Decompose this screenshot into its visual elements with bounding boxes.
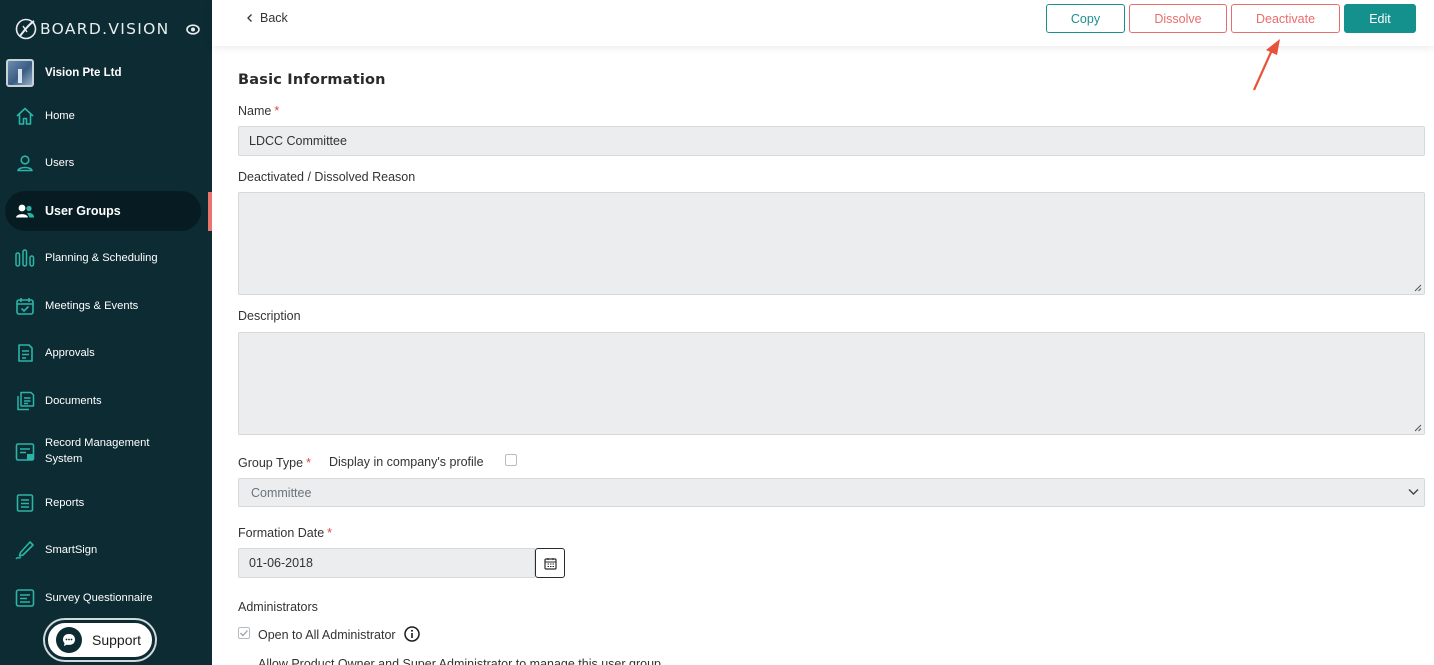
formation-date-input[interactable]: 01-06-2018 — [238, 548, 535, 578]
name-label: Name * — [238, 104, 279, 118]
back-link[interactable]: Back — [246, 11, 288, 25]
group-type-label-text: Group Type — [238, 456, 304, 470]
name-input[interactable]: LDCC Committee — [238, 126, 1425, 156]
sidebar-item-label-line1: Record Management — [45, 437, 150, 449]
name-label-text: Name — [238, 104, 272, 118]
main-content: Basic Information Name * LDCC Committee D… — [238, 46, 1425, 665]
survey-icon — [15, 589, 35, 607]
pen-sign-icon — [15, 541, 34, 560]
sidebar-item-label: Users — [45, 157, 75, 169]
sidebar-item-record-management[interactable]: Record Management System — [5, 432, 201, 472]
board-vision-logo-icon — [15, 18, 37, 40]
documents-icon — [17, 391, 35, 411]
sidebar-item-label: SmartSign — [45, 544, 98, 556]
open-admin-checkbox[interactable] — [238, 627, 250, 639]
back-label: Back — [260, 11, 288, 25]
sidebar-item-smartsign[interactable]: SmartSign — [5, 530, 201, 570]
sidebar-item-survey[interactable]: Survey Questionnaire — [5, 578, 201, 618]
sidebar-item-user-groups[interactable]: User Groups — [5, 191, 201, 231]
brand[interactable]: BOARD.VISION — [14, 16, 170, 42]
sidebar-item-reports[interactable]: Reports — [5, 483, 201, 523]
required-mark: * — [327, 526, 333, 540]
deactivate-button[interactable]: Deactivate — [1231, 4, 1340, 33]
description-label: Description — [238, 309, 301, 323]
sidebar-item-label: Planning & Scheduling — [45, 252, 158, 264]
description-textarea[interactable] — [238, 332, 1425, 435]
sidebar-item-label: Documents — [45, 395, 102, 407]
home-icon — [16, 107, 34, 125]
sidebar-item-label: Home — [45, 110, 75, 122]
info-icon[interactable] — [404, 626, 420, 642]
group-type-select[interactable]: Committee — [238, 478, 1425, 507]
organization-name: Vision Pte Ltd — [45, 67, 122, 79]
edit-button[interactable]: Edit — [1344, 4, 1416, 33]
chevron-down-icon — [1408, 489, 1419, 495]
open-admin-label: Open to All Administrator — [258, 628, 396, 642]
dissolve-button[interactable]: Dissolve — [1129, 4, 1227, 33]
reason-textarea[interactable] — [238, 192, 1425, 295]
eye-toggle-icon[interactable] — [186, 24, 200, 35]
brand-name: BOARD.VISION — [40, 20, 170, 38]
sidebar-item-label: Approvals — [45, 347, 95, 359]
sidebar-item-approvals[interactable]: Approvals — [5, 333, 201, 373]
active-nav-marker — [208, 192, 212, 231]
formation-date-label-text: Formation Date — [238, 526, 325, 540]
copy-button[interactable]: Copy — [1046, 4, 1125, 33]
calendar-check-icon — [16, 298, 34, 315]
sidebar-item-users[interactable]: Users — [5, 143, 201, 183]
group-type-label: Group Type * — [238, 456, 311, 470]
sidebar-item-label: Meetings & Events — [45, 300, 139, 312]
sidebar-item-label: Reports — [45, 497, 85, 509]
sidebar: BOARD.VISION Vision Pte Ltd Home Users U… — [0, 0, 212, 665]
calendar-icon — [543, 557, 557, 570]
required-mark: * — [306, 456, 311, 470]
organization-avatar — [6, 59, 34, 87]
resize-handle-icon[interactable] — [1414, 424, 1422, 432]
sidebar-item-meetings[interactable]: Meetings & Events — [5, 286, 201, 326]
formation-date-label: Formation Date * — [238, 526, 332, 540]
section-title: Basic Information — [238, 72, 386, 88]
report-icon — [16, 494, 34, 512]
date-picker-button[interactable] — [535, 548, 565, 578]
chevron-left-icon — [247, 14, 252, 22]
display-profile-checkbox[interactable] — [505, 454, 517, 466]
bar-chart-icon — [15, 249, 35, 267]
allow-manage-label: Allow Product Owner and Super Administra… — [258, 657, 661, 665]
sidebar-item-home[interactable]: Home — [5, 96, 201, 136]
support-button[interactable]: Support — [45, 620, 155, 660]
administrators-label: Administrators — [238, 600, 318, 614]
sidebar-item-label-line2: System — [45, 453, 83, 465]
resize-handle-icon[interactable] — [1414, 284, 1422, 292]
sidebar-item-label: User Groups — [45, 204, 121, 218]
organization-switcher[interactable]: Vision Pte Ltd — [6, 59, 121, 87]
user-icon — [17, 155, 33, 172]
display-profile-label: Display in company's profile — [329, 455, 484, 469]
group-type-value: Committee — [251, 486, 312, 500]
sidebar-item-label: Record Management System — [45, 435, 149, 467]
required-mark: * — [274, 104, 280, 118]
chat-bubble-icon — [56, 627, 82, 653]
sidebar-item-documents[interactable]: Documents — [5, 381, 201, 421]
approval-doc-icon — [18, 344, 33, 362]
record-box-icon — [15, 443, 35, 461]
support-label: Support — [92, 632, 142, 648]
reason-label: Deactivated / Dissolved Reason — [238, 170, 416, 184]
sidebar-item-planning[interactable]: Planning & Scheduling — [5, 238, 201, 278]
users-group-icon — [16, 204, 34, 218]
sidebar-item-label: Survey Questionnaire — [45, 592, 153, 604]
